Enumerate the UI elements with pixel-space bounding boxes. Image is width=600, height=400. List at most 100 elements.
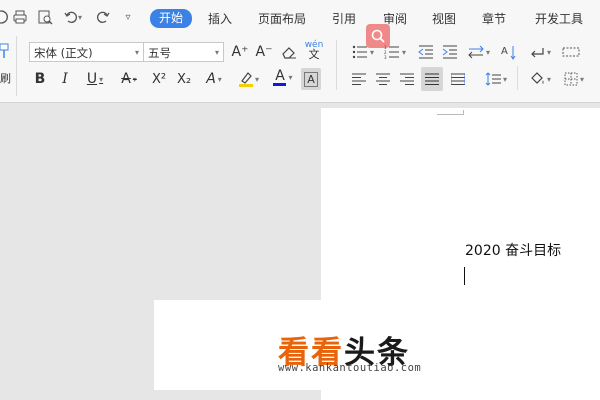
chevron-down-icon: ▾ — [254, 74, 259, 84]
justify-icon — [425, 73, 439, 85]
chevron-down-icon: ▾ — [546, 47, 551, 57]
bullet-list-button[interactable]: ▾ — [350, 41, 376, 63]
strikethrough-label: A — [121, 71, 131, 87]
superscript-label: X² — [151, 71, 167, 87]
ribbon: ▾ ▿ 开始 插入 页面布局 引用 审阅 视图 章节 开发工具 刷 宋体 (正文… — [0, 0, 600, 103]
tab-view[interactable]: 视图 — [432, 10, 456, 28]
page-margin-marker — [437, 110, 464, 115]
text-effect-label: A — [206, 71, 216, 87]
superscript-button[interactable]: X² — [148, 68, 170, 90]
text-cursor — [464, 267, 465, 285]
shrink-font-icon: A⁻ — [255, 44, 273, 60]
justify-button[interactable] — [421, 67, 443, 91]
undo-arrow-icon[interactable]: ▾ — [60, 5, 86, 29]
font-size-select[interactable]: 五号 ▾ — [143, 42, 224, 62]
tab-insert[interactable]: 插入 — [208, 10, 232, 28]
font-color-button[interactable]: A ▾ — [268, 66, 298, 88]
watermark-url: www.kankantoutiao.com — [278, 362, 422, 374]
italic-label: I — [62, 71, 68, 87]
chevron-down-icon: ▾ — [579, 74, 584, 84]
highlight-button[interactable]: ▾ — [234, 68, 264, 90]
sort-button[interactable]: A — [498, 41, 520, 63]
decrease-indent-button[interactable] — [416, 41, 436, 63]
chevron-down-icon: ▾ — [288, 72, 293, 82]
group-divider — [517, 66, 518, 90]
tab-chapter[interactable]: 章节 — [482, 10, 506, 28]
shrink-font-button[interactable]: A⁻ — [254, 41, 274, 63]
numbered-list-button[interactable]: 123 ▾ — [382, 41, 408, 63]
tab-references[interactable]: 引用 — [332, 10, 356, 28]
italic-button[interactable]: I — [56, 68, 74, 90]
grow-font-button[interactable]: A⁺ — [230, 41, 250, 63]
outdent-icon — [418, 45, 433, 59]
align-center-button[interactable] — [373, 68, 393, 90]
svg-text:A: A — [501, 46, 508, 57]
font-color-label: A — [275, 67, 285, 84]
show-hide-marks-button[interactable]: ▾ — [526, 41, 554, 63]
grow-font-icon: A⁺ — [231, 44, 249, 60]
chinese-layout-icon — [468, 45, 484, 59]
chevron-down-icon: ▾ — [99, 74, 104, 84]
font-family-select[interactable]: 宋体 (正文) ▾ — [29, 42, 144, 62]
chevron-down-icon: ▾ — [132, 74, 137, 84]
font-size-value: 五号 — [148, 46, 171, 60]
tab-start[interactable]: 开始 — [150, 9, 193, 28]
chinese-layout-button[interactable]: ▾ — [465, 41, 493, 63]
align-right-button[interactable] — [397, 68, 417, 90]
font-color-bar — [273, 82, 287, 86]
chevron-down-icon: ▾ — [401, 47, 406, 57]
font-family-value: 宋体 (正文) — [34, 46, 93, 60]
chevron-down-icon: ▾ — [369, 47, 374, 57]
strikethrough-button[interactable]: A ▾ — [114, 68, 144, 90]
print-icon[interactable] — [10, 5, 30, 29]
table-border-button[interactable] — [560, 41, 582, 63]
document-text[interactable]: 2020 奋斗目标 — [465, 240, 561, 260]
chevron-down-icon: ▾ — [485, 47, 490, 57]
char-shading-button[interactable]: A — [301, 68, 321, 90]
borders-icon — [564, 72, 578, 86]
bullet-list-icon — [352, 45, 367, 59]
chevron-down-icon: ▾ — [217, 74, 222, 84]
chevron-down-icon: ▾ — [214, 48, 219, 57]
sort-icon: A — [501, 46, 516, 60]
redo-icon[interactable] — [93, 5, 113, 29]
line-spacing-button[interactable]: ▾ — [481, 68, 511, 90]
align-left-button[interactable] — [349, 68, 369, 90]
bold-button[interactable]: B — [30, 68, 50, 90]
undo-icon[interactable] — [0, 5, 8, 29]
align-left-icon — [352, 73, 366, 85]
eraser-icon — [282, 47, 296, 59]
paint-bucket-icon — [531, 72, 544, 84]
indent-icon — [442, 45, 457, 59]
format-painter-group[interactable]: 刷 — [0, 36, 17, 96]
chevron-down-icon: ▾ — [546, 74, 551, 84]
tab-page-layout[interactable]: 页面布局 — [258, 10, 306, 28]
subscript-label: X₂ — [176, 71, 192, 87]
borders-button[interactable]: ▾ — [560, 68, 588, 90]
distributed-align-button[interactable] — [448, 68, 468, 90]
print-preview-icon[interactable] — [35, 5, 55, 29]
align-right-icon — [400, 73, 414, 85]
svg-text:3: 3 — [384, 55, 387, 59]
chevron-down-icon: ▾ — [502, 74, 507, 84]
grid-dashed-icon — [562, 47, 580, 57]
shading-button[interactable]: ▾ — [526, 68, 554, 90]
subscript-button[interactable]: X₂ — [173, 68, 195, 90]
text-effect-button[interactable]: A ▾ — [199, 68, 229, 90]
group-divider — [336, 40, 337, 90]
align-center-icon — [376, 73, 390, 85]
char-shading-label: A — [304, 71, 318, 87]
tab-developer[interactable]: 开发工具 — [535, 10, 583, 28]
line-spacing-icon — [485, 72, 501, 86]
paragraph-mark-icon — [531, 48, 544, 58]
underline-button[interactable]: U ▾ — [80, 68, 110, 90]
increase-indent-button[interactable] — [440, 41, 460, 63]
distributed-icon — [451, 73, 465, 85]
customize-icon[interactable]: ▿ — [120, 5, 136, 29]
chevron-down-icon: ▾ — [134, 48, 139, 57]
bold-label: B — [34, 71, 46, 87]
phonetic-guide-button[interactable]: wén 文 — [303, 39, 325, 61]
clear-format-button[interactable] — [279, 41, 299, 63]
numbered-list-icon: 123 — [384, 45, 399, 59]
underline-label: U — [86, 71, 98, 87]
